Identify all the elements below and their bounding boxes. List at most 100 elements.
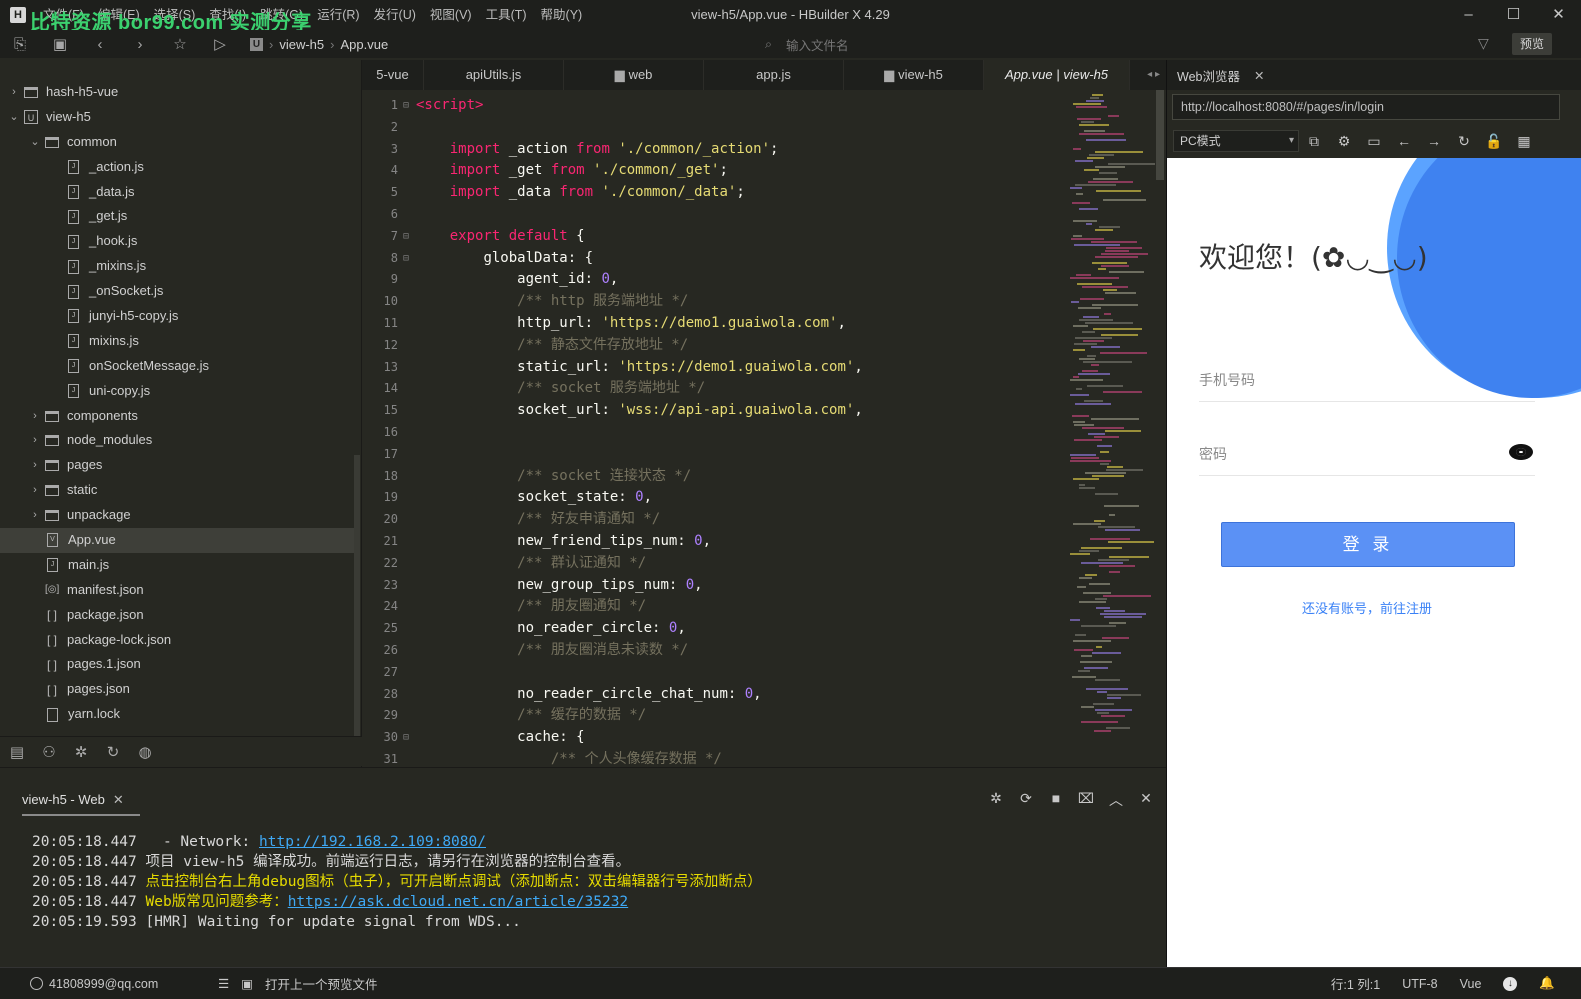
tab-apiutils[interactable]: apiUtils.js <box>424 60 564 90</box>
menu-view[interactable]: 视图(V) <box>423 0 479 30</box>
fold-toggle-icon[interactable]: ⊟ <box>403 727 409 749</box>
save-icon[interactable]: ▣ <box>40 35 80 53</box>
code-line[interactable]: 3 import _action from './common/_action'… <box>362 139 1062 161</box>
tree-item[interactable]: Jmixins.js <box>0 329 355 354</box>
code-line[interactable]: 17 <box>362 444 1062 466</box>
code-line[interactable]: 23 new_group_tips_num: 0, <box>362 575 1062 597</box>
tree-item[interactable]: J _action.js <box>0 155 355 180</box>
code-line[interactable]: 19 socket_state: 0, <box>362 487 1062 509</box>
tree-item[interactable]: ⌄ Uview-h5 <box>0 105 355 130</box>
console-tab[interactable]: view-h5 - Web ✕ <box>22 792 140 816</box>
line-number[interactable]: 21 <box>362 531 398 553</box>
code-line[interactable]: 10 /** http 服务端地址 */ <box>362 291 1062 313</box>
qrcode-icon[interactable]: ▦ <box>1509 133 1539 150</box>
line-number[interactable]: 11 <box>362 313 398 335</box>
line-number[interactable]: 28 <box>362 684 398 706</box>
restart-icon[interactable]: ⟳ <box>1016 790 1036 810</box>
line-number[interactable]: 26 <box>362 640 398 662</box>
editor-scrollbar[interactable] <box>1156 90 1164 180</box>
plugins-icon[interactable]: ◍ <box>136 743 154 761</box>
maximize-icon[interactable]: ☐ <box>1491 0 1536 30</box>
line-number[interactable]: 25 <box>362 618 398 640</box>
code-line[interactable]: 12 /** 静态文件存放地址 */ <box>362 335 1062 357</box>
lock-icon[interactable]: 🔓 <box>1479 133 1509 150</box>
code-line[interactable]: 9 agent_id: 0, <box>362 269 1062 291</box>
clear-console-icon[interactable]: ⌧ <box>1076 790 1096 810</box>
code-line[interactable]: 18 /** socket 连接状态 */ <box>362 466 1062 488</box>
forward-arrow-icon[interactable]: → <box>1419 133 1449 149</box>
code-line[interactable]: 4 import _get from './common/_get'; <box>362 160 1062 182</box>
line-number[interactable]: 24 <box>362 596 398 618</box>
code-line[interactable]: 27 <box>362 662 1062 684</box>
line-number[interactable]: 22 <box>362 553 398 575</box>
open-previous-preview[interactable]: 打开上一个预览文件 <box>265 974 378 993</box>
tree-item[interactable]: J _mixins.js <box>0 254 355 279</box>
line-number[interactable]: 29 <box>362 705 398 727</box>
tree-item[interactable]: [ ] pages.json <box>0 677 355 702</box>
line-number[interactable]: 7 <box>362 226 398 248</box>
breadcrumb-project[interactable]: view-h5 <box>279 37 324 52</box>
code-line[interactable]: 21 new_friend_tips_num: 0, <box>362 531 1062 553</box>
tab-scroll-arrows-icon[interactable]: ◂ ▸ <box>1147 60 1160 90</box>
close-icon[interactable]: ✕ <box>1254 68 1264 83</box>
preview-file-icon[interactable]: ▣ <box>241 976 253 991</box>
browser-tab-label[interactable]: Web浏览器 <box>1177 66 1240 85</box>
close-all-icon[interactable]: ✕ <box>1136 790 1156 810</box>
code-line[interactable]: 30 ⊟ cache: { <box>362 727 1062 749</box>
eye-icon[interactable] <box>1509 444 1533 460</box>
line-number[interactable]: 4 <box>362 160 398 182</box>
login-button[interactable]: 登 录 <box>1221 522 1515 567</box>
line-number[interactable]: 16 <box>362 422 398 444</box>
tree-item[interactable]: yarn.lock <box>0 702 355 727</box>
back-arrow-icon[interactable]: ← <box>1389 133 1419 149</box>
fold-toggle-icon[interactable]: ⊟ <box>403 95 409 117</box>
line-number[interactable]: 20 <box>362 509 398 531</box>
code-line[interactable]: 28 no_reader_circle_chat_num: 0, <box>362 684 1062 706</box>
line-number[interactable]: 5 <box>362 182 398 204</box>
new-file-icon[interactable]: ⎘ <box>0 36 40 53</box>
notification-bell-icon[interactable]: 🔔 <box>1539 976 1555 991</box>
device-mode-select[interactable]: PC模式 <box>1173 130 1299 152</box>
code-line[interactable]: 5 import _data from './common/_data'; <box>362 182 1062 204</box>
tree-item[interactable]: Juni-copy.js <box>0 379 355 404</box>
code-line[interactable]: 20 /** 好友申请通知 */ <box>362 509 1062 531</box>
line-number[interactable]: 10 <box>362 291 398 313</box>
filter-icon[interactable]: ▽ <box>1478 35 1489 52</box>
code-line[interactable]: 26 /** 朋友圈消息未读数 */ <box>362 640 1062 662</box>
menu-tools[interactable]: 工具(T) <box>479 0 534 30</box>
close-icon[interactable]: ✕ <box>113 792 124 807</box>
line-number[interactable]: 14 <box>362 378 398 400</box>
code-line[interactable]: 7 ⊟ export default { <box>362 226 1062 248</box>
tab-5-vue[interactable]: 5-vue <box>362 60 424 90</box>
tree-item[interactable]: [ ] package-lock.json <box>0 628 355 653</box>
stop-icon[interactable]: ■ <box>1046 790 1066 810</box>
fold-toggle-icon[interactable]: ⊟ <box>403 226 409 248</box>
breadcrumb-file[interactable]: App.vue <box>340 37 388 52</box>
code-line[interactable]: 15 socket_url: 'wss://api-api.guaiwola.c… <box>362 400 1062 422</box>
line-number[interactable]: 8 <box>362 248 398 270</box>
tree-item[interactable]: J _data.js <box>0 180 355 205</box>
debug-bug-icon[interactable]: ✲ <box>986 790 1006 810</box>
code-line[interactable]: 14 /** socket 服务端地址 */ <box>362 378 1062 400</box>
menu-help[interactable]: 帮助(Y) <box>534 0 590 30</box>
user-account[interactable]: 41808999@qq.com <box>30 977 158 991</box>
back-icon[interactable]: ‹ <box>80 36 120 53</box>
chevron-up-icon[interactable]: ︿ <box>1106 790 1126 810</box>
minimap[interactable] <box>1070 94 1162 744</box>
cursor-position[interactable]: 行:1 列:1 <box>1331 974 1380 993</box>
tree-item[interactable]: J _onSocket.js <box>0 279 355 304</box>
console-icon[interactable]: ▭ <box>1359 133 1389 150</box>
tree-item[interactable]: [ ] pages.1.json <box>0 652 355 677</box>
code-line[interactable]: 25 no_reader_circle: 0, <box>362 618 1062 640</box>
menu-run[interactable]: 运行(R) <box>310 0 366 30</box>
code-line[interactable]: 8 ⊟ globalData: { <box>362 248 1062 270</box>
code-line[interactable]: 24 /** 朋友圈通知 */ <box>362 596 1062 618</box>
line-number[interactable]: 15 <box>362 400 398 422</box>
language-mode[interactable]: Vue <box>1460 977 1482 991</box>
encoding[interactable]: UTF-8 <box>1402 977 1437 991</box>
code-line[interactable]: 13 static_url: 'https://demo1.guaiwola.c… <box>362 357 1062 379</box>
line-number[interactable]: 23 <box>362 575 398 597</box>
menu-publish[interactable]: 发行(U) <box>367 0 423 30</box>
project-manager-icon[interactable]: ▤ <box>8 743 26 761</box>
tree-item[interactable]: › hash-h5-vue <box>0 80 355 105</box>
